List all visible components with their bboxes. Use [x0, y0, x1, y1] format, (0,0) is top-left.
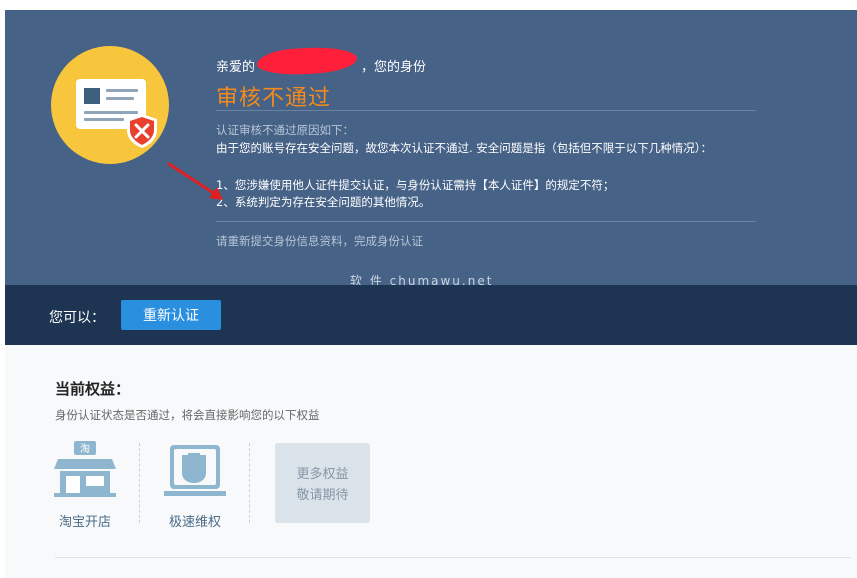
reason-heading: 认证审核不通过原因如下：: [216, 123, 354, 137]
fist-icon: [164, 445, 226, 496]
right-tile-label: 淘宝开店: [58, 515, 111, 530]
divider: [216, 110, 756, 111]
status-title: 审核不通过: [216, 86, 332, 111]
resubmit-hint: 请重新提交身份信息资料，完成身份认证: [216, 234, 423, 248]
action-bar: 您可以： 重新认证: [5, 285, 857, 345]
red-arrow-annotation: [167, 162, 223, 200]
divider: [216, 221, 756, 222]
more-rights-line1: 更多权益: [296, 467, 349, 482]
divider: [55, 557, 851, 558]
id-photo-icon: [84, 88, 100, 104]
id-card-rejected-icon: [51, 46, 169, 164]
tile-separator: [139, 443, 140, 523]
right-tile-label: 极速维权: [168, 515, 221, 530]
action-bar-label: 您可以：: [49, 310, 105, 326]
svg-text:淘: 淘: [80, 442, 90, 455]
shield-x-icon: [127, 114, 157, 148]
reason-item-1: 1、您涉嫌使用他人证件提交认证，与身份认证需持【本人证件】的规定不符；: [216, 178, 615, 192]
tile-separator: [249, 443, 250, 523]
verification-result-panel: 亲爱的 ，您的身份 审核不通过 认证审核不通过原因如下： 由于您的账号存在安全问题…: [5, 10, 857, 288]
shop-icon: 淘: [54, 441, 116, 497]
more-rights-line2: 敬请期待: [296, 488, 349, 503]
rights-section: 当前权益： 身份认证状态是否通过，将会直接影响您的以下权益 淘 淘宝开店 极速维…: [5, 345, 857, 578]
greeting-suffix: ，您的身份: [361, 60, 427, 75]
rights-title: 当前权益：: [55, 380, 131, 398]
reason-item-2: 2、系统判定为存在安全问题的其他情况。: [216, 195, 431, 209]
reverify-button[interactable]: 重新认证: [121, 300, 221, 330]
more-rights-placeholder: 更多权益 敬请期待: [275, 443, 370, 523]
greeting-prefix: 亲爱的: [216, 60, 256, 75]
rights-subtitle: 身份认证状态是否通过，将会直接影响您的以下权益: [55, 408, 320, 422]
reason-intro: 由于您的账号存在安全问题，故您本次认证不通过. 安全问题是指（包括但不限于以下几…: [216, 141, 713, 155]
